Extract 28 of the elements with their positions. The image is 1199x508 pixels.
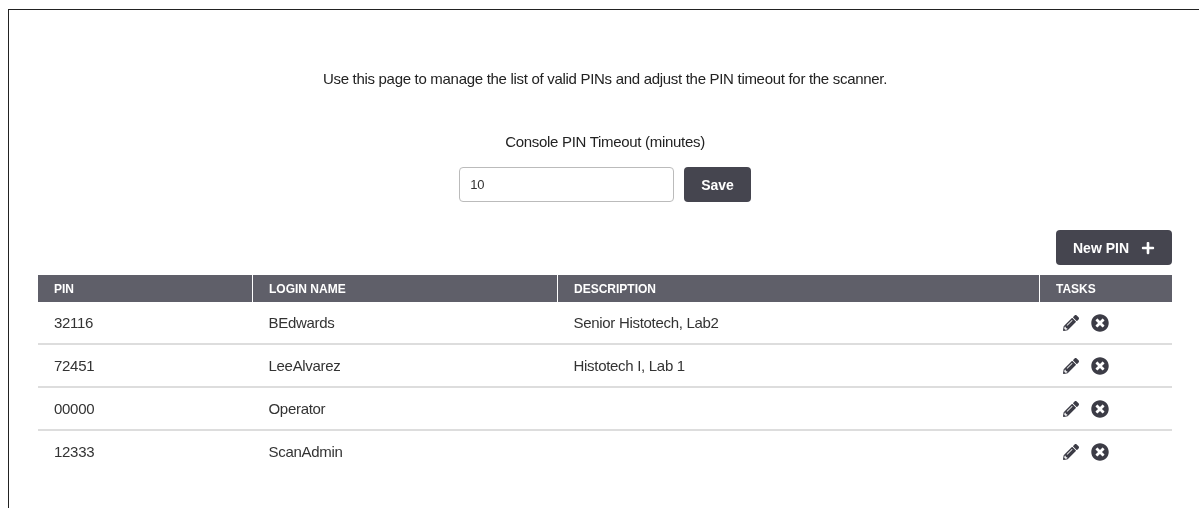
description-cell: Senior Histotech, Lab2 <box>557 302 1040 344</box>
pin-cell: 12333 <box>38 430 253 472</box>
pin-cell: 00000 <box>38 387 253 430</box>
intro-text: Use this page to manage the list of valid PINs and adjust the PIN timeout for the scanner. <box>322 70 888 87</box>
column-header: LOGIN NAME <box>252 275 558 302</box>
save-button[interactable]: Save <box>684 167 751 202</box>
column-header: TASKS <box>1039 275 1172 302</box>
timeout-field[interactable]: 10 <box>459 167 675 202</box>
delete-icon[interactable] <box>1090 356 1109 375</box>
pin-cell: 32116 <box>38 302 253 344</box>
login-name-cell: BEdwards <box>252 302 558 344</box>
edit-icon[interactable] <box>1062 314 1079 331</box>
plus-icon <box>1141 240 1155 255</box>
column-header: PIN <box>38 275 253 302</box>
edit-icon[interactable] <box>1062 400 1079 417</box>
new-pin-button[interactable]: New PIN <box>1056 230 1172 265</box>
login-name-cell: LeeAlvarez <box>252 344 558 387</box>
login-name-cell: Operator <box>252 387 558 430</box>
timeout-label: Console PIN Timeout (minutes) <box>505 133 705 150</box>
column-header: DESCRIPTION <box>557 275 1040 302</box>
edit-icon[interactable] <box>1062 357 1079 374</box>
edit-icon[interactable] <box>1062 443 1079 460</box>
login-name-cell: ScanAdmin <box>252 430 558 472</box>
delete-icon[interactable] <box>1090 399 1109 418</box>
delete-icon[interactable] <box>1090 442 1109 461</box>
description-cell: Histotech I, Lab 1 <box>557 344 1040 387</box>
pin-cell: 72451 <box>38 344 253 387</box>
delete-icon[interactable] <box>1090 313 1109 332</box>
